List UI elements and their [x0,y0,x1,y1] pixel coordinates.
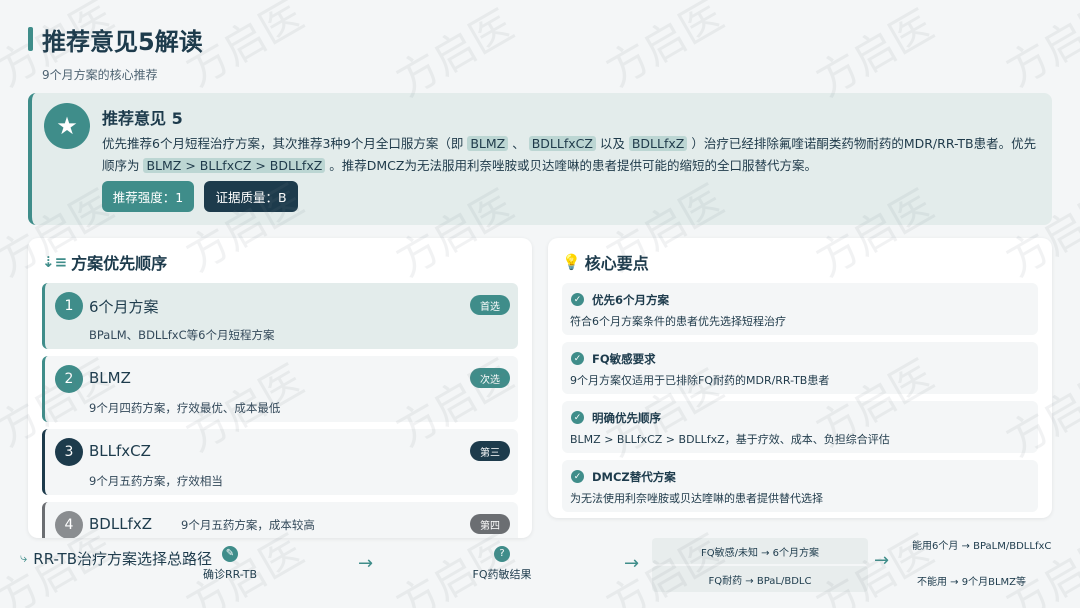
priority-item-1[interactable]: 1 6个月方案 BPaLM、BDLLfxC等6个月短程方案 首选 [42,283,518,349]
branch-fq-resistant: FQ耐药 → BPaL/BDLC [652,566,868,592]
regimen-name: BDLLfxZ [89,515,152,533]
keypoint-title: 明确优先顺序 [592,411,661,425]
rank-tag: 第三 [470,441,510,461]
arrow-icon: → [874,550,890,571]
keypoints-card: 💡 核心要点 ✓ 优先6个月方案 符合6个月方案条件的患者优先选择短程治疗 ✓ F… [548,238,1052,518]
watermark: 方启医 [997,525,1080,608]
question-icon: ? [494,546,510,562]
regimen-desc: 9个月五药方案，成本较高 [181,518,315,532]
recommendation-title: 推荐意见 5 [102,109,183,128]
regimen-desc: 9个月四药方案，疗效最优、成本最低 [89,401,281,415]
keypoint-title: DMCZ替代方案 [592,470,676,484]
keypoint-desc: 符合6个月方案条件的患者优先选择短程治疗 [570,315,786,328]
regimen-name: 6个月方案 [89,298,159,316]
rank-tag: 第四 [470,514,510,534]
keypoint-item: ✓ 明确优先顺序 BLMZ > BLLfxCZ > BDLLfxZ，基于疗效、成… [562,401,1038,453]
branch-fq-sensitive: FQ敏感/未知 → 6个月方案 [652,538,868,564]
keypoint-desc: BLMZ > BLLfxCZ > BDLLfxZ，基于疗效、成本、负担综合评估 [570,433,890,446]
check-icon: ✓ [571,470,584,483]
priority-item-3[interactable]: 3 BLLfxCZ 9个月五药方案，疗效相当 第三 [42,429,518,495]
pencil-icon: ✎ [222,546,238,562]
title-accent-bar [28,27,33,51]
route-icon: ⤷ [20,551,28,566]
page-subtitle: 9个月方案的核心推荐 [42,68,158,82]
arrow-icon: → [624,553,640,574]
keypoint-title: 优先6个月方案 [592,293,670,307]
highlight-bllfxcz: BDLLfxCZ [528,136,596,151]
rank-number: 4 [55,511,83,538]
quality-badge: 证据质量：B [204,181,298,212]
keypoints-title: 💡 核心要点 [562,253,649,273]
pathway-title: ⤷ RR-TB治疗方案选择总路径 [20,550,213,568]
rank-number: 1 [55,292,83,320]
watermark: 方启医 [997,0,1080,96]
arrow-icon: → [358,553,374,574]
lightbulb-icon: 💡 [562,253,581,271]
rank-number: 2 [55,365,83,393]
recommendation-text: 优先推荐6个月短程治疗方案，其次推荐3种9个月全口服方案（即 BLMZ 、 BD… [102,136,1037,173]
keypoint-item: ✓ DMCZ替代方案 为无法使用利奈唑胺或贝达喹啉的患者提供替代选择 [562,460,1038,512]
rank-tag: 首选 [470,295,510,315]
strength-badge: 推荐强度：1 [102,181,194,212]
check-icon: ✓ [571,352,584,365]
highlight-order: BLMZ > BLLfxCZ > BDLLfxZ [143,158,326,173]
step-diagnosis: ✎ 确诊RR-TB [202,546,258,581]
regimen-name: BLMZ [89,369,131,387]
priority-item-4[interactable]: 4 BDLLfxZ 9个月五药方案，成本较高 第四 [42,502,518,538]
keypoint-item: ✓ FQ敏感要求 9个月方案仅适用于已排除FQ耐药的MDR/RR-TB患者 [562,342,1038,394]
star-icon: ★ [44,103,90,149]
sort-icon: ⇣≡ [42,253,68,271]
step-fq-test: ? FQ药敏结果 [472,546,532,581]
regimen-name: BLLfxCZ [89,442,151,460]
priority-card: ⇣≡ 方案优先顺序 1 6个月方案 BPaLM、BDLLfxC等6个月短程方案 首… [28,238,532,538]
rank-number: 3 [55,438,83,466]
outcome-cannot-6m: 不能用 → 9个月BLMZ等 [917,577,1027,588]
keypoint-desc: 9个月方案仅适用于已排除FQ耐药的MDR/RR-TB患者 [570,374,830,387]
check-icon: ✓ [571,411,584,424]
priority-title: ⇣≡ 方案优先顺序 [42,253,168,273]
regimen-desc: BPaLM、BDLLfxC等6个月短程方案 [89,328,275,342]
recommendation-panel: ★ 推荐意见 5 优先推荐6个月短程治疗方案，其次推荐3种9个月全口服方案（即 … [28,93,1052,225]
regimen-desc: 9个月五药方案，疗效相当 [89,474,223,488]
check-icon: ✓ [571,293,584,306]
outcome-can-6m: 能用6个月 → BPaLM/BDLLfxC [912,541,1052,552]
keypoint-title: FQ敏感要求 [592,352,656,366]
rank-tag: 次选 [470,368,510,388]
highlight-blmz: BLMZ [467,136,509,151]
watermark: 方启医 [597,0,732,96]
keypoint-item: ✓ 优先6个月方案 符合6个月方案条件的患者优先选择短程治疗 [562,283,1038,335]
page-title: 推荐意见5解读 [42,28,203,56]
highlight-bdllfxz: BDLLfxZ [628,136,688,151]
keypoint-desc: 为无法使用利奈唑胺或贝达喹啉的患者提供替代选择 [570,492,823,505]
priority-item-2[interactable]: 2 BLMZ 9个月四药方案，疗效最优、成本最低 次选 [42,356,518,422]
